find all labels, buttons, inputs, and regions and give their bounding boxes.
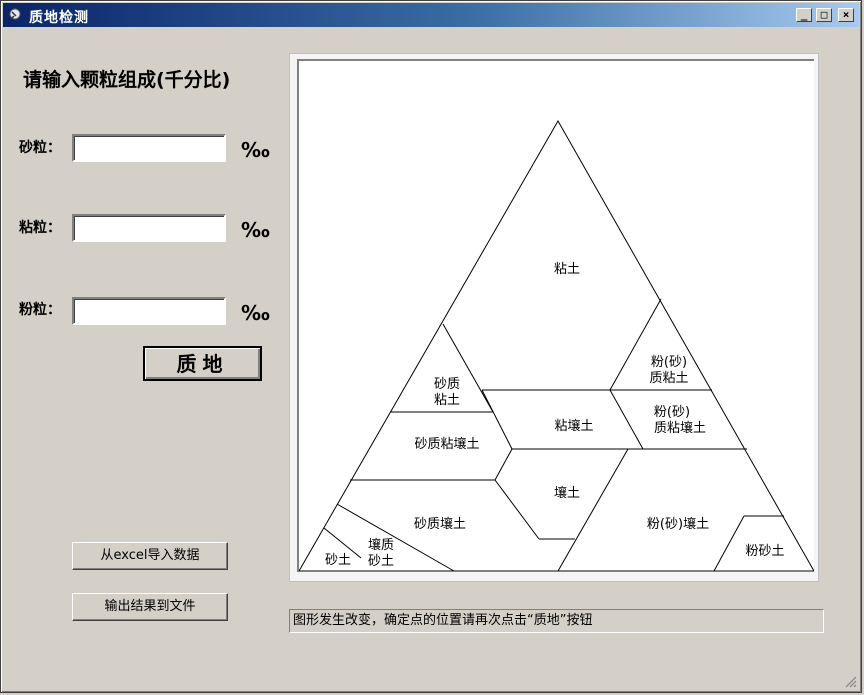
boundary-line (494, 448, 513, 481)
window-title: 质地检测 (29, 10, 89, 26)
app-window: 质地检测 _ □ × 请输入颗粒组成(千分比) 砂粒： ‰ 粘粒： ‰ 粉粒： … (0, 0, 862, 693)
silt-label: 粉粒： (19, 302, 61, 318)
minimize-button[interactable]: _ (796, 8, 812, 22)
region-label-clay: 粘土 (554, 262, 580, 277)
region-label-silty-clay-loam-1: 粉(砂) (654, 405, 690, 420)
clay-unit: ‰ (241, 218, 270, 242)
texture-triangle: 粘土 粉(砂) 质粘土 砂质 粘土 粘壤土 粉(砂) 质粘壤土 砂质粘壤土 壤土… (298, 119, 815, 572)
app-icon (9, 8, 21, 20)
region-label-loam: 壤土 (554, 485, 580, 501)
boundary-line (336, 503, 455, 572)
import-excel-button[interactable]: 从excel导入数据 (72, 542, 228, 570)
texture-button[interactable]: 质地 (143, 346, 262, 381)
close-button[interactable]: × (838, 8, 854, 22)
region-label-silt-loam: 粉(砂)壤土 (647, 516, 709, 532)
region-label-loamy-sand-1: 壤质 (368, 537, 394, 553)
region-label-sand: 砂土 (325, 553, 351, 568)
region-label-loamy-sand-2: 砂土 (368, 554, 394, 569)
boundary-line (494, 479, 540, 540)
triangle-outline (298, 119, 815, 572)
silt-unit: ‰ (241, 301, 270, 325)
region-label-silty-clay-2: 质粘土 (649, 371, 688, 386)
boundary-line (713, 515, 745, 572)
boundary-line (557, 448, 629, 572)
silt-input[interactable] (72, 297, 226, 325)
export-file-button[interactable]: 输出结果到文件 (72, 593, 228, 621)
sand-label: 砂粒： (19, 140, 61, 156)
boundary-line (609, 389, 644, 450)
region-label-silty-clay-1: 粉(砂) (651, 355, 687, 370)
status-bar: 图形发生改变，确定点的位置请再次点击“质地”按钮 (289, 609, 824, 633)
sand-unit: ‰ (241, 138, 270, 162)
texture-triangle-canvas[interactable]: 粘土 粉(砂) 质粘土 砂质 粘土 粘壤土 粉(砂) 质粘壤土 砂质粘壤土 壤土… (297, 59, 815, 572)
boundary-line (481, 389, 513, 450)
region-label-sandy-loam: 砂质壤土 (414, 516, 466, 532)
region-label-clay-loam: 粘壤土 (554, 418, 593, 434)
clay-input[interactable] (72, 214, 226, 242)
region-label-sandy-clay-2: 粘土 (434, 393, 460, 408)
region-label-sandy-clay-loam: 砂质粘壤土 (414, 436, 479, 452)
resize-grip-icon[interactable] (845, 676, 857, 688)
title-bar[interactable]: 质地检测 _ □ × (3, 3, 859, 27)
region-label-sandy-clay-1: 砂质 (434, 377, 460, 392)
maximize-button[interactable]: □ (816, 8, 832, 22)
input-heading: 请输入颗粒组成(千分比) (23, 69, 231, 91)
region-label-silt: 粉砂土 (745, 544, 784, 559)
clay-label: 粘粒： (19, 220, 61, 236)
sand-input[interactable] (72, 134, 226, 162)
region-label-silty-clay-loam-2: 质粘壤土 (654, 420, 706, 436)
